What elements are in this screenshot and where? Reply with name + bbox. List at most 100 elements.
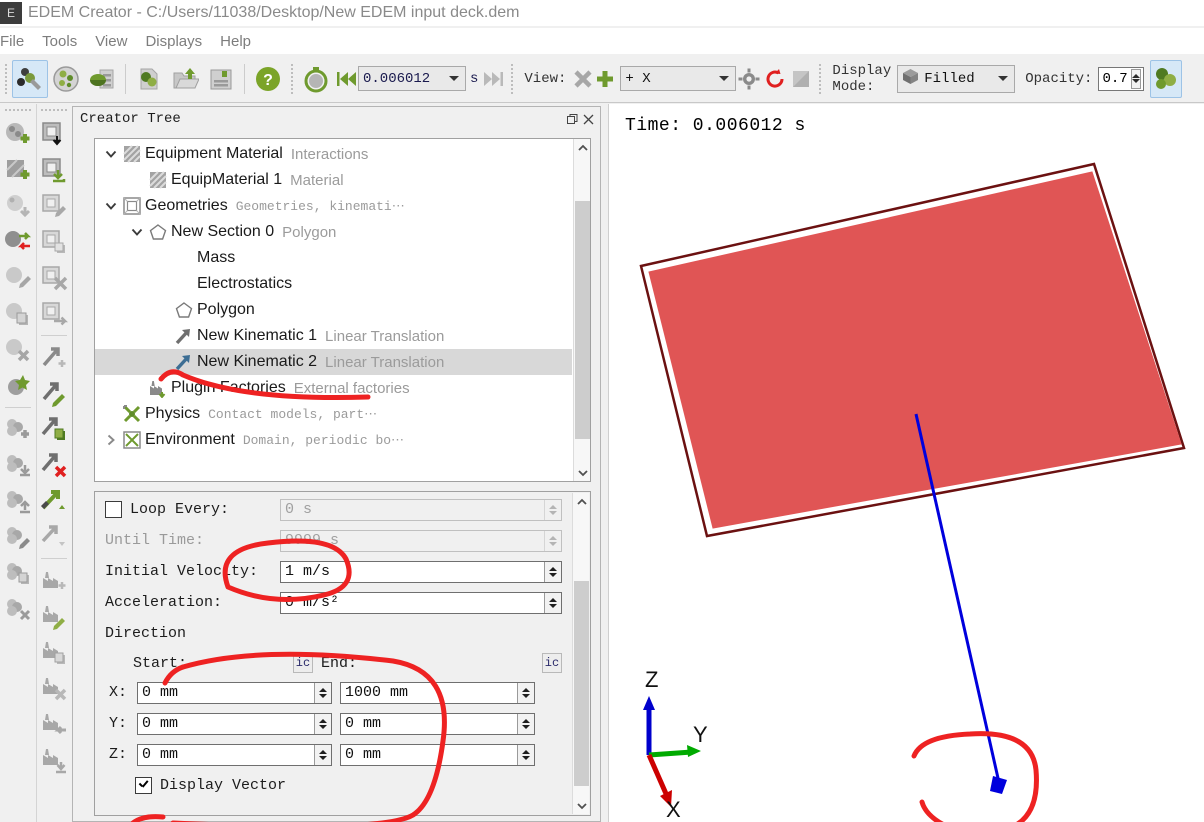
spin-up-icon[interactable] bbox=[549, 566, 557, 571]
tree-item-plugin-factories[interactable]: Plugin Factories External factories bbox=[95, 375, 572, 401]
until-time-field[interactable]: 9999 s bbox=[280, 529, 562, 552]
factory-import-icon[interactable] bbox=[38, 706, 71, 742]
properties-scroll-thumb[interactable] bbox=[574, 581, 589, 786]
gear-icon[interactable] bbox=[736, 60, 762, 98]
start-z-field[interactable]: 0 mm bbox=[137, 743, 332, 766]
particle-add-icon[interactable] bbox=[1, 116, 34, 152]
toolbar-grip-display[interactable] bbox=[817, 61, 824, 96]
tree-item-new-section-0[interactable]: New Section 0 Polygon bbox=[95, 219, 572, 245]
end-spinner[interactable] bbox=[517, 744, 534, 765]
spin-up-icon[interactable] bbox=[319, 687, 327, 692]
end-spinner[interactable] bbox=[517, 713, 534, 734]
kinematic-move-icon[interactable] bbox=[38, 519, 71, 555]
new-deck-icon[interactable] bbox=[131, 60, 167, 98]
spin-down-icon[interactable] bbox=[522, 755, 530, 760]
factory-delete-icon[interactable] bbox=[38, 670, 71, 706]
toolbar-grip[interactable] bbox=[3, 61, 9, 96]
until-time-spinner[interactable] bbox=[544, 530, 561, 551]
spin-up-icon[interactable] bbox=[319, 749, 327, 754]
bulk-add-icon[interactable] bbox=[1, 411, 34, 447]
start-y-field[interactable]: 0 mm bbox=[137, 712, 332, 735]
vtoolbar-a-grip[interactable] bbox=[4, 107, 31, 113]
spin-down-icon[interactable] bbox=[549, 510, 557, 515]
tree-item-new-kinematic-1[interactable]: New Kinematic 1 Linear Translation bbox=[95, 323, 572, 349]
view-direction-combo[interactable]: + X bbox=[620, 66, 737, 91]
skip-to-start-icon[interactable] bbox=[334, 60, 358, 98]
end-ic-button[interactable]: ic bbox=[542, 653, 562, 673]
menu-displays[interactable]: Displays bbox=[136, 31, 211, 52]
spin-up-icon[interactable] bbox=[522, 687, 530, 692]
scroll-up-icon[interactable] bbox=[573, 493, 590, 510]
time-combo[interactable]: 0.006012 bbox=[358, 66, 466, 91]
end-y-field[interactable]: 0 mm bbox=[340, 712, 535, 735]
3d-viewport[interactable]: Time: 0.006012 s Z Y X bbox=[609, 104, 1204, 822]
particle-wizard-icon[interactable] bbox=[1, 368, 34, 404]
start-spinner[interactable] bbox=[314, 682, 331, 703]
particle-export-icon[interactable] bbox=[84, 60, 120, 98]
spin-down-icon[interactable] bbox=[319, 724, 327, 729]
menu-view[interactable]: View bbox=[86, 31, 136, 52]
factory-copy-icon[interactable] bbox=[38, 634, 71, 670]
particle-swap-icon[interactable] bbox=[1, 224, 34, 260]
particle-bulk-icon[interactable] bbox=[48, 60, 84, 98]
geometry-import-icon[interactable] bbox=[38, 116, 71, 152]
initial-velocity-field[interactable]: 1 m/s bbox=[280, 560, 562, 583]
tree-item-new-kinematic-2[interactable]: New Kinematic 2 Linear Translation bbox=[95, 349, 572, 375]
particles-color-icon[interactable] bbox=[1150, 59, 1183, 98]
rotate-icon[interactable] bbox=[762, 60, 788, 98]
spin-up-icon[interactable] bbox=[549, 504, 557, 509]
display-mode-combo[interactable]: Filled bbox=[897, 64, 1016, 93]
tree-item-environment[interactable]: Environment Domain, periodic bo⋯ bbox=[95, 427, 572, 453]
select-particles-icon[interactable] bbox=[12, 59, 48, 98]
spin-down-icon[interactable] bbox=[1132, 79, 1141, 83]
paint-icon[interactable] bbox=[788, 60, 814, 98]
bulk-import-icon[interactable] bbox=[1, 447, 34, 483]
spin-down-icon[interactable] bbox=[319, 693, 327, 698]
end-spinner[interactable] bbox=[517, 682, 534, 703]
chevron-right-icon[interactable] bbox=[101, 434, 121, 446]
tree-item-geometries[interactable]: Geometries Geometries, kinemati⋯ bbox=[95, 193, 572, 219]
tree-item-polygon[interactable]: Polygon bbox=[95, 297, 572, 323]
bulk-delete-icon[interactable] bbox=[1, 591, 34, 627]
bulk-edit-icon[interactable] bbox=[1, 519, 34, 555]
bulk-copy-icon[interactable] bbox=[1, 555, 34, 591]
kinematic-delete-icon[interactable] bbox=[38, 447, 71, 483]
opacity-spinner[interactable]: 0.7 bbox=[1098, 66, 1145, 91]
chevron-down-icon[interactable] bbox=[101, 200, 121, 212]
kinematic-edit-icon[interactable] bbox=[38, 375, 71, 411]
display-vector-checkbox[interactable] bbox=[135, 777, 152, 794]
start-x-field[interactable]: 0 mm bbox=[137, 681, 332, 704]
particle-remove-icon[interactable] bbox=[1, 188, 34, 224]
open-deck-icon[interactable] bbox=[167, 60, 203, 98]
spin-up-icon[interactable] bbox=[549, 535, 557, 540]
menu-file[interactable]: File bbox=[0, 31, 33, 52]
acceleration-field[interactable]: 0 m/s² bbox=[280, 591, 562, 614]
acceleration-spinner[interactable] bbox=[544, 592, 561, 613]
spin-down-icon[interactable] bbox=[319, 755, 327, 760]
loop-every-spinner[interactable] bbox=[544, 499, 561, 520]
toolbar-grip-view[interactable] bbox=[509, 61, 516, 96]
opacity-spin-arrows[interactable] bbox=[1130, 68, 1142, 89]
spin-down-icon[interactable] bbox=[522, 724, 530, 729]
view-clear-icon[interactable] bbox=[572, 60, 594, 98]
kinematic-copy-icon[interactable] bbox=[38, 411, 71, 447]
scroll-down-icon[interactable] bbox=[573, 797, 590, 814]
close-icon[interactable] bbox=[580, 111, 596, 127]
scroll-up-icon[interactable] bbox=[574, 139, 590, 156]
spin-up-icon[interactable] bbox=[522, 749, 530, 754]
end-z-field[interactable]: 0 mm bbox=[340, 743, 535, 766]
end-x-field[interactable]: 1000 mm bbox=[340, 681, 535, 704]
start-spinner[interactable] bbox=[314, 713, 331, 734]
geometry-delete-icon[interactable] bbox=[38, 260, 71, 296]
spin-up-icon[interactable] bbox=[319, 718, 327, 723]
tree-item-physics[interactable]: Physics Contact models, part⋯ bbox=[95, 401, 572, 427]
help-icon[interactable]: ? bbox=[250, 60, 286, 98]
spin-down-icon[interactable] bbox=[549, 572, 557, 577]
tree-item-electrostatics[interactable]: Electrostatics bbox=[95, 271, 572, 297]
view-add-icon[interactable] bbox=[594, 60, 616, 98]
spin-down-icon[interactable] bbox=[549, 603, 557, 608]
skip-to-end-icon[interactable] bbox=[482, 60, 506, 98]
tree-item-equipment-material[interactable]: Equipment Material Interactions bbox=[95, 141, 572, 167]
spin-down-icon[interactable] bbox=[522, 693, 530, 698]
geometry-edit-icon[interactable] bbox=[38, 188, 71, 224]
